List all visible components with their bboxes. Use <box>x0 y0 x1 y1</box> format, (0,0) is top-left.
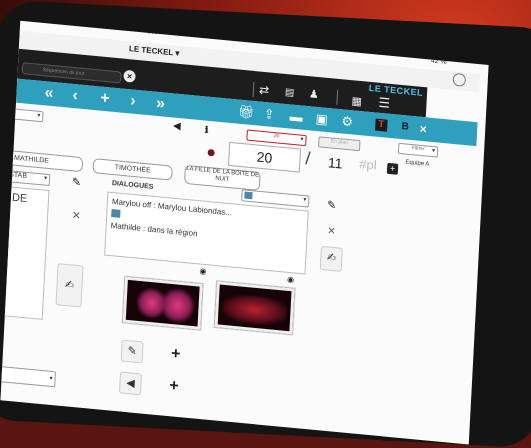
window-title[interactable]: LE TECKEL ▾ <box>129 44 180 58</box>
chevron-down-icon: ▾ <box>300 136 304 143</box>
first-record-icon[interactable]: « <box>44 84 54 103</box>
announce-button[interactable]: ◀ <box>118 371 143 396</box>
dialogues-header: DIALOGUES <box>111 179 154 191</box>
pencil-icon[interactable]: ✎ <box>327 198 337 212</box>
close-circle-icon[interactable]: × <box>123 69 136 83</box>
day-filter-placeholder: Séquences du jour <box>42 67 85 77</box>
record-dot-icon <box>207 148 215 157</box>
status-dropdown[interactable]: En plan <box>318 136 361 152</box>
multitask-dots[interactable]: ••• <box>148 30 159 38</box>
chevron-down-icon: ▾ <box>49 375 53 383</box>
gift-icon[interactable]: 🎁︎ <box>237 104 254 122</box>
team-label: Equipe A <box>405 159 430 168</box>
app-screen: ••• 42 % LE TECKEL ▾ LE TECKEL Séquences… <box>0 20 489 445</box>
previous-record-icon[interactable]: ‹ <box>72 87 78 105</box>
character-chip[interactable]: TIMOTHÉE <box>92 158 173 181</box>
setup-dropdown[interactable]: STAB ▾ <box>7 170 51 187</box>
close-icon[interactable]: × <box>72 206 81 223</box>
edit-button[interactable]: ✎ <box>120 339 144 364</box>
image-icon <box>244 191 253 200</box>
info-icon[interactable]: ℹ <box>205 125 209 136</box>
gear-icon[interactable]: ⚙︎ <box>341 113 353 130</box>
plan-count-label: #pl <box>358 156 377 173</box>
number-separator: / <box>304 148 312 169</box>
character-chip[interactable]: LA FILLE DE LA BOITE DE NUIT <box>183 164 261 191</box>
search-icon[interactable] <box>452 72 467 87</box>
pen-icon: ✍︎ <box>64 278 75 292</box>
toolbar-divider <box>252 81 255 98</box>
camera-icon[interactable]: ▬ <box>289 108 303 124</box>
setup-panel[interactable]: DE <box>0 185 50 320</box>
filter-dropdown[interactable]: Filtre/▾ <box>397 142 439 158</box>
part-number[interactable]: 11 <box>317 150 354 175</box>
setup-value: DE <box>11 191 28 206</box>
chevron-down-icon: ▾ <box>37 112 41 119</box>
bold-mode-button[interactable]: B <box>399 121 412 134</box>
pdf-icon[interactable]: ▤ <box>285 87 295 99</box>
plus-square-icon[interactable]: + <box>386 162 399 175</box>
signature-button[interactable]: ✍︎ <box>55 263 84 308</box>
sequence-number[interactable]: 20 <box>227 141 301 173</box>
next-record-icon[interactable]: › <box>130 92 136 110</box>
eye-icon[interactable]: ◉ <box>287 275 294 285</box>
megaphone-icon: ◀ <box>125 377 136 390</box>
megaphone-icon[interactable]: ◀ <box>173 121 181 133</box>
add-icon[interactable]: + <box>171 345 181 364</box>
dialogue-line: Mathilde : dans la région <box>110 221 198 239</box>
signature-button[interactable]: ✍︎ <box>319 245 343 272</box>
chevron-down-icon: ▾ <box>431 148 436 155</box>
pencil-icon: ✎ <box>127 345 138 358</box>
photo-subject <box>159 287 196 325</box>
text-mode-button[interactable]: T <box>375 118 388 132</box>
photo-thumbnail[interactable] <box>214 281 295 335</box>
character-chip[interactable]: MATHILDE <box>4 149 84 173</box>
last-record-icon[interactable]: » <box>156 95 166 114</box>
image-icon <box>111 209 121 218</box>
add-record-icon[interactable]: + <box>100 90 110 109</box>
share-icon[interactable]: ⇪ <box>263 106 275 123</box>
toolbar-divider <box>336 89 339 105</box>
person-list-icon[interactable]: ♟ <box>309 87 320 101</box>
eye-icon[interactable]: ◉ <box>199 267 206 277</box>
tablet-device: ••• 42 % LE TECKEL ▾ LE TECKEL Séquences… <box>0 0 531 448</box>
clapperboard-icon[interactable]: ▦ <box>351 94 362 108</box>
photo-subject <box>221 292 288 327</box>
chevron-down-icon: ▾ <box>43 175 48 182</box>
close-icon[interactable]: × <box>417 122 430 137</box>
swap-arrows-icon[interactable]: ⇄ <box>259 82 270 97</box>
left-dropdown[interactable]: ▾ <box>11 108 44 123</box>
close-icon[interactable]: × <box>327 222 335 238</box>
menu-lines-icon[interactable]: ☰ <box>378 95 390 112</box>
add-icon[interactable]: + <box>169 377 179 396</box>
dialogue-line: Marylou off : Marylou Labiondas... <box>111 197 233 218</box>
pen-icon: ✍︎ <box>326 251 337 265</box>
battery-indicator: 42 % <box>430 57 447 67</box>
chevron-down-icon: ▾ <box>303 197 307 204</box>
portrait-icon[interactable]: ▣ <box>315 111 328 128</box>
pencil-icon[interactable]: ✎ <box>72 175 82 189</box>
bottom-dropdown[interactable]: ▾ <box>0 365 56 388</box>
photo-thumbnail[interactable] <box>122 276 203 330</box>
